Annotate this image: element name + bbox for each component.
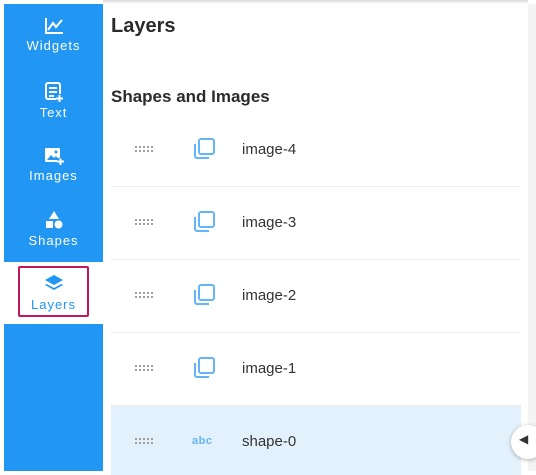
sidebar-item-label: Shapes [28,233,79,248]
text-layer-icon: abc [192,435,213,447]
layer-row[interactable]: image-2 [111,260,521,333]
page-title: Layers [111,15,176,37]
chevron-left-icon: ◀ [519,432,529,446]
section-title: Shapes and Images [111,87,270,106]
drag-handle-icon[interactable] [135,290,157,300]
drag-handle-icon[interactable] [135,217,157,227]
image-layer-icon [194,138,215,159]
app-root: Widgets Text Images Shapes Layers Layers… [0,0,536,475]
sidebar-item-layers[interactable]: Layers [4,262,103,324]
drag-handle-icon[interactable] [135,363,157,373]
layer-row[interactable]: image-3 [111,187,521,260]
chart-line-icon [44,18,63,34]
sidebar-item-widgets[interactable]: Widgets [4,4,103,66]
image-layer-icon [194,357,215,378]
active-highlight-outline [18,266,89,317]
sidebar-item-label: Text [39,105,68,120]
layer-row-selected[interactable]: abc shape-0 [111,406,521,475]
sidebar-item-text[interactable]: Text [4,70,103,132]
layers-panel: Layers Shapes and Images image-4 image-3 [103,4,528,475]
drag-handle-icon[interactable] [135,144,157,154]
layer-row[interactable]: image-4 [111,114,521,187]
image-layer-icon [194,284,215,305]
panel-scroll-edge [528,4,536,471]
layer-name: image-1 [242,360,297,377]
layer-name: image-4 [242,141,297,158]
shapes-icon [45,211,62,229]
layer-row[interactable]: image-1 [111,333,521,406]
layer-name: image-2 [242,287,297,304]
sidebar-item-label: Widgets [26,38,81,53]
sidebar-item-images[interactable]: Images [4,134,103,196]
layer-name: shape-0 [242,433,297,450]
sidebar: Widgets Text Images Shapes Layers [4,4,103,471]
text-icon [44,82,63,102]
layer-name: image-3 [242,214,297,231]
sidebar-item-label: Images [29,168,78,183]
image-add-icon [44,148,64,165]
drag-handle-icon[interactable] [135,436,157,446]
image-layer-icon [194,211,215,232]
sidebar-item-shapes[interactable]: Shapes [4,198,103,260]
